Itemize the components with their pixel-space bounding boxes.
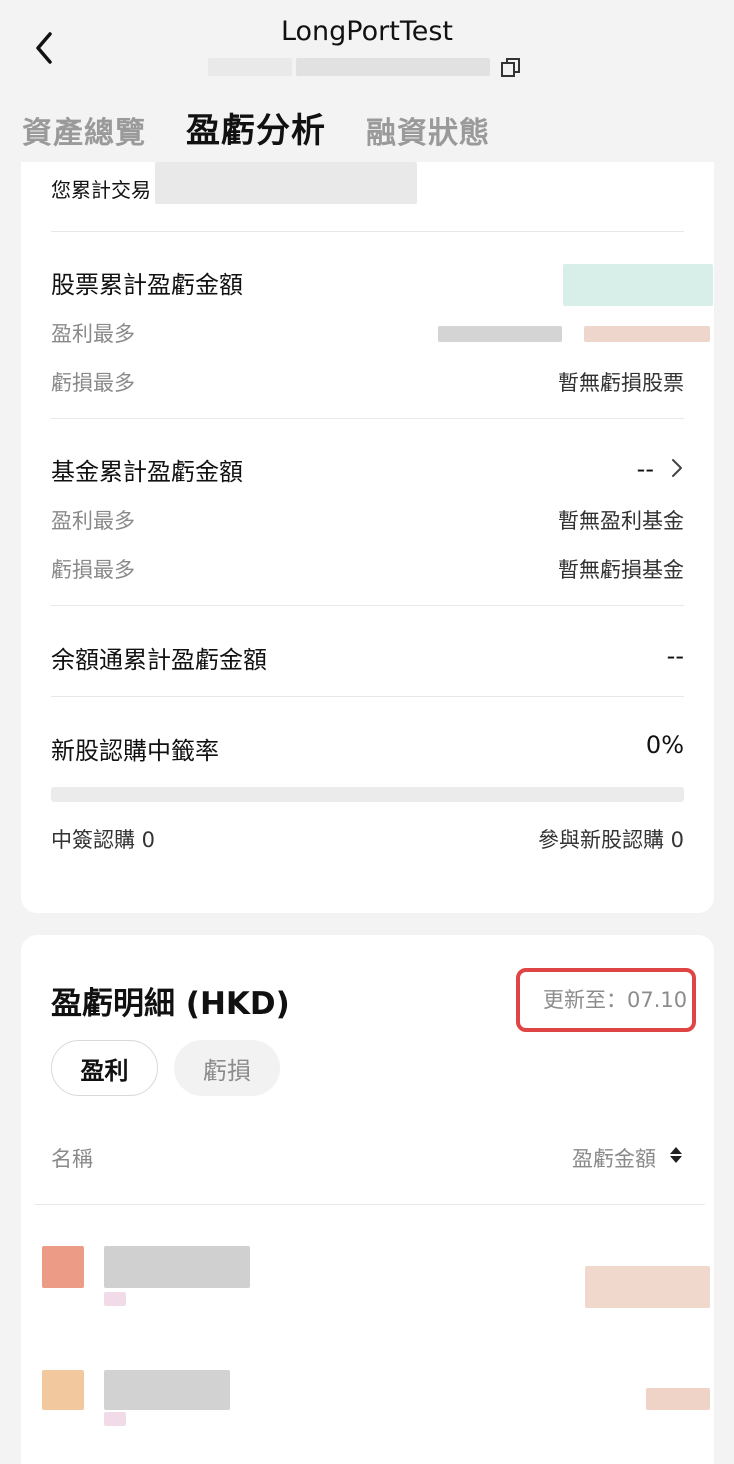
stock-profit-most-label: 盈利最多 xyxy=(51,322,135,346)
divider xyxy=(51,605,684,606)
cumulative-trade-masked xyxy=(155,162,417,204)
pnl-detail-title: 盈虧明細 (HKD) xyxy=(51,986,290,1022)
cumulative-trade-label: 您累計交易 xyxy=(51,178,151,202)
stock-profit-most-masked xyxy=(438,326,562,342)
yuebao-pnl-value: -- xyxy=(666,642,684,670)
sort-icon[interactable] xyxy=(669,1145,683,1165)
fund-profit-most-value: 暫無盈利基金 xyxy=(558,509,684,533)
stock-loss-most-value: 暫無虧損股票 xyxy=(558,371,684,395)
ipo-rate-value: 0% xyxy=(645,731,684,759)
stock-loss-most-label: 虧損最多 xyxy=(51,371,135,395)
fund-loss-most-label: 虧損最多 xyxy=(51,558,135,582)
stock-pnl-value-masked xyxy=(563,264,713,306)
fund-profit-most-label: 盈利最多 xyxy=(51,509,135,533)
stock-profit-most-value-masked xyxy=(584,326,710,342)
copy-icon[interactable] xyxy=(500,57,522,79)
ipo-rate-progress-bar xyxy=(51,787,684,802)
stock-logo-masked xyxy=(42,1370,84,1410)
chevron-right-icon[interactable] xyxy=(670,457,684,479)
column-header-pnl[interactable]: 盈虧金額 xyxy=(572,1143,656,1173)
filter-loss-button[interactable]: 虧損 xyxy=(174,1040,280,1096)
fund-loss-most-value: 暫無虧損基金 xyxy=(558,558,684,582)
tab-asset-overview[interactable]: 資產總覽 xyxy=(22,108,146,152)
ipo-participated-label: 參與新股認購 0 xyxy=(537,828,684,852)
update-time: 更新至：07.10 xyxy=(543,988,688,1012)
divider xyxy=(35,1204,705,1205)
page-title: LongPortTest xyxy=(280,16,454,47)
filter-profit-button[interactable]: 盈利 xyxy=(51,1040,158,1096)
stock-pnl-title: 股票累計盈虧金額 xyxy=(51,271,243,299)
stock-name-masked xyxy=(104,1246,250,1288)
stock-pnl-masked xyxy=(585,1266,710,1308)
stock-tag-masked xyxy=(104,1412,126,1426)
tab-margin-status[interactable]: 融資狀態 xyxy=(366,108,490,152)
fund-pnl-title[interactable]: 基金累計盈虧金額 xyxy=(51,452,243,487)
ipo-won-label: 中簽認購 0 xyxy=(51,828,156,852)
tab-bar: 資產總覽 盈虧分析 融資狀態 xyxy=(22,102,490,152)
stock-tag-masked xyxy=(104,1292,126,1306)
tab-pnl-analysis[interactable]: 盈虧分析 xyxy=(186,103,326,152)
stock-name-masked xyxy=(104,1370,230,1410)
column-header-name: 名稱 xyxy=(51,1147,93,1171)
divider xyxy=(51,418,684,419)
yuebao-pnl-title: 余額通累計盈虧金額 xyxy=(51,646,267,674)
stock-logo-masked xyxy=(42,1246,84,1288)
account-id-masked xyxy=(208,58,292,76)
fund-pnl-value[interactable]: -- xyxy=(637,455,654,483)
ipo-rate-title: 新股認購中籤率 xyxy=(51,737,219,765)
divider xyxy=(51,231,684,232)
stock-pnl-masked xyxy=(646,1388,710,1410)
divider xyxy=(51,696,684,697)
account-id-masked-2 xyxy=(296,58,490,76)
